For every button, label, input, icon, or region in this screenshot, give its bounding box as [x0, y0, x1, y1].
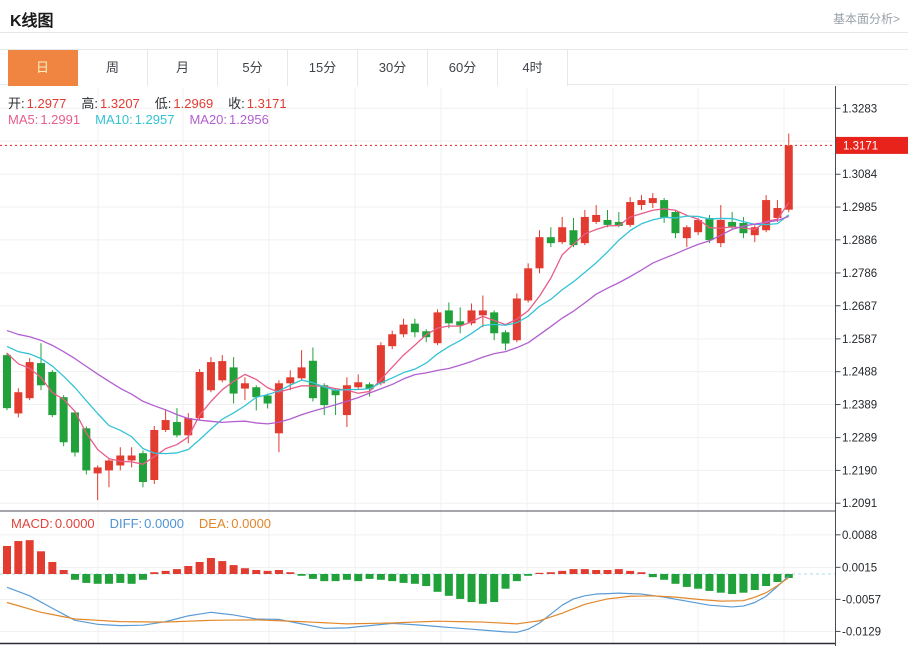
candles-layer	[3, 133, 793, 500]
ma10-legend-item-value: 1.2957	[135, 112, 175, 127]
svg-text:-0.0057: -0.0057	[842, 594, 881, 606]
svg-text:0.0088: 0.0088	[842, 530, 877, 542]
chart-area[interactable]: 1.3283 1.3084 1.2985 1.2886 1.2786 1.2687 1.25…	[0, 86, 908, 646]
diff-legend-item-label: DIFF:	[110, 516, 143, 531]
ma5-legend-item: MA5:1.2991	[8, 112, 80, 127]
tab-monthly[interactable]: 月	[148, 50, 218, 86]
ma5-legend-item-value: 1.2991	[40, 112, 80, 127]
page-title: K线图	[10, 7, 54, 31]
svg-text:1.2985: 1.2985	[842, 202, 877, 214]
tab-15min[interactable]: 15分	[288, 50, 358, 86]
ohlc-open: 开:1.2977	[8, 96, 66, 111]
axis-labels: 1.3283 1.3084 1.2985 1.2886 1.2786 1.2687 1.25…	[836, 103, 882, 638]
ohlc-low: 低:1.2969	[155, 96, 213, 111]
svg-text:0.0015: 0.0015	[842, 562, 877, 574]
diff-legend-item: DIFF:0.0000	[110, 516, 184, 531]
svg-text:-0.0129: -0.0129	[842, 626, 881, 638]
ohlc-legend: 开:1.2977 高:1.3207 低:1.2969 收:1.3171	[8, 93, 302, 112]
macd-legend-item-value: 0.0000	[55, 516, 95, 531]
dea-legend-item-label: DEA:	[199, 516, 229, 531]
tab-weekly[interactable]: 周	[78, 50, 148, 86]
svg-text:1.2488: 1.2488	[842, 367, 877, 379]
ma5-legend-item-label: MA5:	[8, 112, 38, 127]
macd-histogram	[3, 540, 793, 604]
svg-text:1.3283: 1.3283	[842, 103, 877, 115]
ohlc-high-value: 1.3207	[100, 96, 140, 111]
svg-text:1.2289: 1.2289	[842, 433, 877, 445]
kline-chart-svg: 1.3283 1.3084 1.2985 1.2886 1.2786 1.2687 1.25…	[0, 86, 908, 646]
ohlc-open-label: 开:	[8, 96, 25, 111]
ohlc-open-value: 1.2977	[27, 96, 67, 111]
ma20-legend-item: MA20:1.2956	[189, 112, 268, 127]
dea-legend-item: DEA:0.0000	[199, 516, 271, 531]
tab-30min[interactable]: 30分	[358, 50, 428, 86]
kline-page: K线图 基本面分析> 日周月5分15分30分60分4时 1.3283 1.3084…	[0, 0, 908, 646]
svg-text:1.2786: 1.2786	[842, 268, 877, 280]
macd-legend-item-label: MACD:	[11, 516, 53, 531]
svg-text:1.2687: 1.2687	[842, 301, 877, 313]
tab-5min[interactable]: 5分	[218, 50, 288, 86]
diff-line	[7, 576, 789, 633]
ohlc-close-value: 1.3171	[247, 96, 287, 111]
ohlc-low-value: 1.2969	[173, 96, 213, 111]
interval-tabbar: 日周月5分15分30分60分4时	[0, 49, 908, 85]
tab-4hour[interactable]: 4时	[498, 50, 568, 86]
dea-line	[7, 578, 789, 624]
tab-daily[interactable]: 日	[8, 50, 78, 86]
tab-60min[interactable]: 60分	[428, 50, 498, 86]
svg-text:1.2389: 1.2389	[842, 399, 877, 411]
current-price-tag: 1.3171	[836, 137, 908, 154]
dea-legend-item-value: 0.0000	[231, 516, 271, 531]
ma20-legend-item-value: 1.2956	[229, 112, 269, 127]
svg-text:1.2886: 1.2886	[842, 235, 877, 247]
macd-legend-item: MACD:0.0000	[11, 516, 95, 531]
svg-text:1.2587: 1.2587	[842, 334, 877, 346]
gridlines	[0, 88, 836, 644]
svg-text:1.2091: 1.2091	[842, 498, 877, 510]
fundamental-analysis-link[interactable]: 基本面分析>	[833, 10, 900, 27]
ohlc-close-label: 收:	[228, 96, 245, 111]
ma10-legend-item: MA10:1.2957	[95, 112, 174, 127]
ma20-line	[7, 216, 789, 423]
ohlc-close: 收:1.3171	[228, 96, 286, 111]
ma20-legend-item-label: MA20:	[189, 112, 227, 127]
ma5-line	[7, 203, 789, 464]
svg-text:1.3084: 1.3084	[842, 169, 878, 181]
svg-text:1.2190: 1.2190	[842, 465, 877, 477]
ma-legend: MA5:1.2991 MA10:1.2957 MA20:1.2956	[8, 112, 284, 127]
macd-legend: MACD:0.0000DIFF:0.0000DEA:0.0000	[11, 516, 286, 531]
page-header: K线图 基本面分析>	[0, 0, 908, 33]
ma10-line	[7, 215, 789, 454]
diff-legend-item-value: 0.0000	[144, 516, 184, 531]
ohlc-high: 高:1.3207	[81, 96, 139, 111]
ma10-legend-item-label: MA10:	[95, 112, 133, 127]
ohlc-low-label: 低:	[155, 96, 172, 111]
ohlc-high-label: 高:	[81, 96, 98, 111]
svg-text:1.3171: 1.3171	[843, 140, 878, 152]
